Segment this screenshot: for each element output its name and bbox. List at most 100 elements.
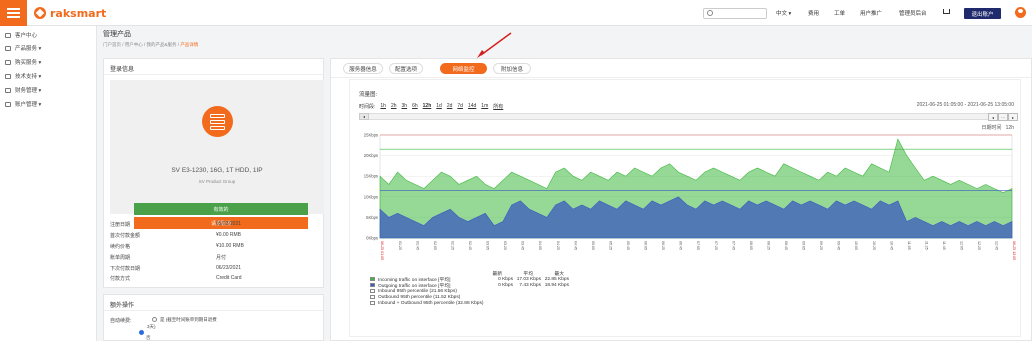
top-bar: raksmart 中文 ▾ 费用 工单 用户推广 管理员后台 退出账户 xyxy=(0,0,1032,26)
tab-config[interactable]: 配置选项 xyxy=(389,63,423,74)
search-icon xyxy=(707,10,713,16)
breadcrumb-user-center[interactable]: 用户中心 xyxy=(125,42,143,47)
sidebar-item-label: 客户中心 xyxy=(15,33,38,39)
date-range: 2021-06-25 01:05:00 - 2021-06-25 13:05:0… xyxy=(916,102,1014,108)
card-title: 额外操作 xyxy=(110,303,135,309)
range-12h[interactable]: 12h xyxy=(423,103,432,110)
x-tick-label: 12:25 xyxy=(977,241,981,250)
range-6h[interactable]: 6h xyxy=(412,103,418,110)
range-1h[interactable]: 1h xyxy=(380,103,386,110)
x-tick-label: 09:45 xyxy=(837,241,841,250)
x-tick-label: 03:25 xyxy=(503,241,507,250)
cart-icon xyxy=(5,59,11,65)
info-row: 账单周期 月付 xyxy=(110,254,226,263)
sidebar-item-products[interactable]: 产品服务 ▾ xyxy=(5,43,41,53)
navigator-left-button[interactable]: ◂ xyxy=(359,113,369,120)
navigator-prev-button[interactable]: ◂ xyxy=(988,113,998,121)
navigator-zoom-button[interactable]: ··· xyxy=(998,113,1008,121)
range-1d[interactable]: 1d xyxy=(436,103,442,110)
legend-item[interactable]: Inbound + Outbound 95th percentile (32.8… xyxy=(370,300,572,306)
topnav-tickets[interactable]: 工单 xyxy=(834,9,845,17)
x-tick-label: 10:45 xyxy=(889,241,893,250)
x-tick-label: 02:45 xyxy=(468,241,472,250)
legend-label: Outgoing traffic on interface [平均] xyxy=(378,283,451,289)
autorenew-label: 自动续费: xyxy=(110,318,132,324)
info-key: 续约价格 xyxy=(110,244,131,250)
x-tick-label: 09:05 xyxy=(802,241,806,250)
x-tick-label: 10:05 xyxy=(854,241,858,250)
x-tick-label: 11:45 xyxy=(942,241,946,250)
traffic-chart: 0Kbps 5Kbps 10Kbps 15Kbps 20Kbps 25Kbps 06-25 … xyxy=(364,133,1016,261)
sidebar-item-client-center[interactable]: 客户中心 xyxy=(5,30,37,40)
breadcrumb-products[interactable]: 我的产品&服务 xyxy=(147,42,177,47)
info-value: 05/23/2021 xyxy=(216,221,242,227)
divider xyxy=(331,77,1031,78)
x-tick-label: 05:25 xyxy=(608,241,612,250)
brand-logo[interactable]: raksmart xyxy=(34,6,106,20)
divider xyxy=(104,74,323,75)
x-tick-label: 01:25 xyxy=(398,241,402,250)
legend-value-max: 18.94 Kbps xyxy=(544,282,569,288)
legend-label: Inbound 95th percentile (21.56 Kbps) xyxy=(378,288,457,294)
info-key: 账单周期 xyxy=(110,255,131,261)
autorenew-no-radio[interactable] xyxy=(139,330,144,335)
x-tick-label: 06-25 13:05 xyxy=(1012,241,1016,260)
y-tick-label: 25Kbps xyxy=(364,133,378,138)
topnav-admin[interactable]: 管理员后台 xyxy=(899,9,927,17)
range-2h[interactable]: 2h xyxy=(391,103,397,110)
sidebar-item-label: 技术支持 ▾ xyxy=(15,74,42,80)
menu-icon[interactable] xyxy=(0,0,27,26)
traffic-chart-panel: 流量图: 时间段: 1h 2h 3h 6h 12h 1d 2d 7d 14d 1… xyxy=(349,79,1021,337)
product-name: SV E3-1230, 16G, 1T HDD, 1IP xyxy=(171,167,263,174)
sidebar-item-label: 财务管理 ▾ xyxy=(15,88,42,94)
language-select[interactable]: 中文 ▾ xyxy=(776,9,791,17)
autorenew-yes-radio[interactable] xyxy=(152,317,157,322)
logout-button[interactable]: 退出账户 xyxy=(964,8,1001,19)
tab-network-monitor[interactable]: 网络监控 xyxy=(440,63,487,74)
range-14d[interactable]: 14d xyxy=(468,103,476,110)
cart-icon[interactable] xyxy=(943,9,950,14)
topnav-billing[interactable]: 费用 xyxy=(808,9,819,17)
range-all[interactable]: 所有 xyxy=(493,103,503,110)
range-7d[interactable]: 7d xyxy=(457,103,463,110)
sidebar-item-account[interactable]: 账户管理 ▾ xyxy=(5,99,41,109)
x-tick-label: 06:45 xyxy=(679,241,683,250)
legend-swatch xyxy=(370,283,375,287)
info-row: 下次付款日期 06/23/2021 xyxy=(110,265,241,274)
legend-value-max: 22.85 Kbps xyxy=(544,276,569,282)
time-range-selector: 时间段: 1h 2h 3h 6h 12h 1d 2d 7d 14d 1m 所有 xyxy=(359,103,503,110)
range-1m[interactable]: 1m xyxy=(481,103,488,110)
range-3h[interactable]: 3h xyxy=(402,103,408,110)
sidebar-item-label: 购买服务 ▾ xyxy=(15,60,42,66)
tab-server-info[interactable]: 服务器信息 xyxy=(343,63,383,74)
sidebar-item-support[interactable]: 技术支持 ▾ xyxy=(5,71,41,81)
info-row: 付款方式 Credit Card xyxy=(110,275,242,284)
navigator-bar[interactable] xyxy=(359,113,1007,120)
info-key: 付款方式 xyxy=(110,276,131,282)
sidebar-item-finance[interactable]: 财务管理 ▾ xyxy=(5,85,41,95)
x-tick-label: 05:45 xyxy=(626,241,630,250)
annotation-arrow xyxy=(477,32,512,58)
legend-label: Outbound 95th percentile (11.52 Kbps) xyxy=(378,294,461,300)
sidebar-item-buy[interactable]: 购买服务 ▾ xyxy=(5,57,41,67)
topnav-affiliate[interactable]: 用户推广 xyxy=(860,9,882,17)
navigator-next-button[interactable]: ▸ xyxy=(1008,113,1018,121)
x-tick-label: 04:45 xyxy=(573,241,577,250)
x-tick-label: 07:25 xyxy=(714,241,718,250)
monitor-card: 服务器信息 配置选项 网络监控 附加信息 流量图: 时间段: 1h 2h 3h … xyxy=(330,32,1032,341)
avatar[interactable] xyxy=(1015,7,1026,18)
legend-swatch xyxy=(370,295,375,299)
brand-name: raksmart xyxy=(50,6,107,20)
tab-extra-info[interactable]: 附加信息 xyxy=(493,63,531,74)
product-group: SV Product Group xyxy=(198,179,236,184)
range-2d[interactable]: 2d xyxy=(447,103,453,110)
chart-legend: Incoming traffic on interface [平均] 0 Kbps… xyxy=(370,276,572,306)
legend-value-avg: 7.43 Kbps xyxy=(519,282,541,288)
info-row: 首次付款金额 ¥0.00 RMB xyxy=(110,232,241,241)
legend-value-last: 0 Kbps xyxy=(498,276,513,282)
home-icon xyxy=(5,32,11,38)
breadcrumb-home[interactable]: 门户首页 xyxy=(103,42,121,47)
search-input[interactable] xyxy=(703,8,767,19)
legend-value-avg: 17.03 Kbps xyxy=(516,276,541,282)
x-tick-label: 12:45 xyxy=(995,241,999,250)
